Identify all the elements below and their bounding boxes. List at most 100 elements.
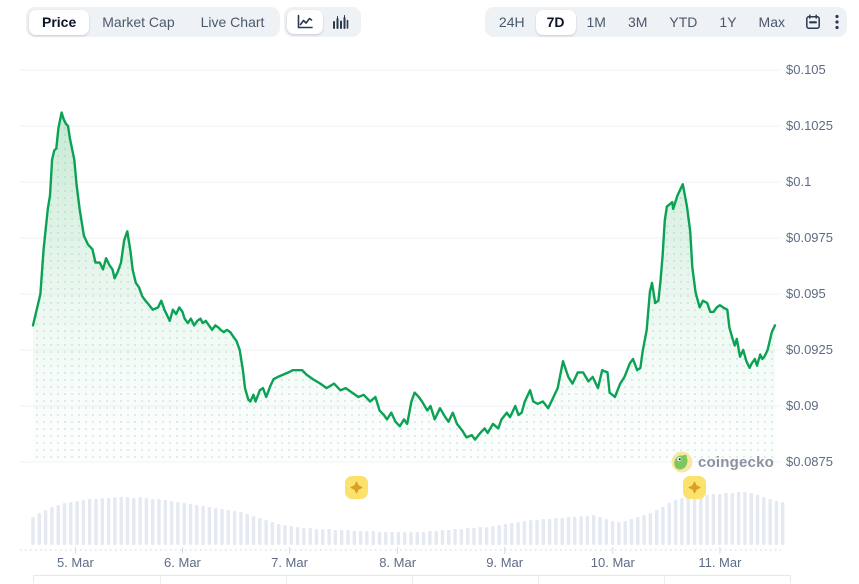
volume-bar [435, 531, 438, 545]
volume-bar [441, 530, 444, 545]
volume-bar [302, 528, 305, 545]
volume-bar [504, 524, 507, 545]
volume-bar [44, 510, 47, 545]
y-axis-label: $0.09 [786, 398, 819, 413]
sparkle-badge[interactable] [683, 476, 706, 499]
volume-bar [31, 517, 34, 545]
volume-bar [239, 512, 242, 545]
volume-bar [378, 532, 381, 545]
volume-bar [372, 531, 375, 545]
y-axis-label: $0.095 [786, 286, 826, 301]
volume-bar [472, 528, 475, 545]
volume-bar [636, 517, 639, 545]
volume-bar [750, 493, 753, 545]
volume-bar [94, 499, 97, 545]
volume-bar [768, 499, 771, 545]
volume-bar [705, 495, 708, 545]
x-axis-label: 11. Mar [698, 555, 741, 570]
volume-bar [107, 498, 110, 545]
volume-bar [548, 519, 551, 545]
volume-bar [176, 502, 179, 545]
watermark-text: coingecko [698, 454, 774, 471]
coingecko-watermark: coingecko [671, 451, 774, 473]
volume-bar [529, 520, 532, 545]
volume-bar [359, 531, 362, 545]
y-axis-label: $0.1 [786, 174, 811, 189]
volume-bar [201, 506, 204, 545]
volume-bar [75, 501, 78, 545]
volume-bar [491, 526, 494, 545]
x-axis-label: 10. Mar [591, 555, 635, 570]
volume-bar [409, 532, 412, 545]
volume-bar [82, 500, 85, 545]
volume-bar [453, 529, 456, 545]
sparkle-star-icon [687, 480, 702, 495]
volume-bar [762, 497, 765, 545]
volume-bar [535, 520, 538, 545]
y-axis-label: $0.0925 [786, 342, 833, 357]
sparkle-badge[interactable] [345, 476, 368, 499]
volume-bar [126, 497, 129, 545]
volume-bar [611, 521, 614, 545]
volume-bar [724, 493, 727, 545]
volume-bar [390, 532, 393, 545]
volume-bar [712, 494, 715, 545]
volume-bar [617, 522, 620, 545]
volume-bar [145, 498, 148, 545]
volume-bar [334, 530, 337, 545]
volume-bar [252, 516, 255, 545]
range-brush[interactable] [33, 575, 791, 583]
volume-bar [598, 517, 601, 545]
volume-bar [170, 501, 173, 545]
volume-bar [661, 507, 664, 545]
volume-bar [466, 528, 469, 545]
volume-bar [309, 528, 312, 545]
volume-bar [655, 510, 658, 545]
y-axis-label: $0.1025 [786, 118, 833, 133]
volume-bar [693, 496, 696, 545]
volume-bar [277, 524, 280, 545]
volume-bar [460, 529, 463, 545]
volume-bar [88, 499, 91, 545]
volume-bar [579, 516, 582, 545]
volume-bar [731, 493, 734, 545]
volume-bar [132, 498, 135, 545]
price-chart-svg[interactable] [0, 0, 859, 583]
volume-bar [586, 516, 589, 545]
volume-bar [756, 495, 759, 545]
price-area-dots [33, 113, 775, 462]
volume-bar [164, 500, 167, 545]
x-axis-label: 8. Mar [379, 555, 416, 570]
volume-bar [699, 495, 702, 545]
volume-bar [38, 513, 41, 545]
volume-bar [542, 519, 545, 545]
volume-bar [416, 532, 419, 545]
volume-bar [479, 527, 482, 545]
volume-bar [573, 517, 576, 545]
volume-bar [668, 503, 671, 545]
volume-bar [264, 520, 267, 545]
sparkle-star-icon [349, 480, 364, 495]
volume-bar [120, 497, 123, 545]
volume-bar [113, 497, 116, 545]
volume-bar [246, 514, 249, 545]
volume-bar [50, 507, 53, 545]
volume-bar [485, 527, 488, 545]
x-axis-label: 5. Mar [57, 555, 94, 570]
volume-bar [63, 503, 66, 545]
volume-bar [554, 518, 557, 545]
volume-bar [624, 521, 627, 545]
volume-bar [687, 497, 690, 545]
volume-bar [642, 515, 645, 545]
volume-bar [271, 522, 274, 545]
volume-bar [523, 521, 526, 545]
volume-bar [327, 529, 330, 545]
volume-bar [561, 518, 564, 545]
volume-bar [422, 532, 425, 545]
volume-bar [775, 501, 778, 545]
volume-bar [57, 505, 60, 545]
volume-bar [157, 499, 160, 545]
volume-bar [680, 498, 683, 545]
volume-bar [516, 522, 519, 545]
volume-bar [340, 530, 343, 545]
